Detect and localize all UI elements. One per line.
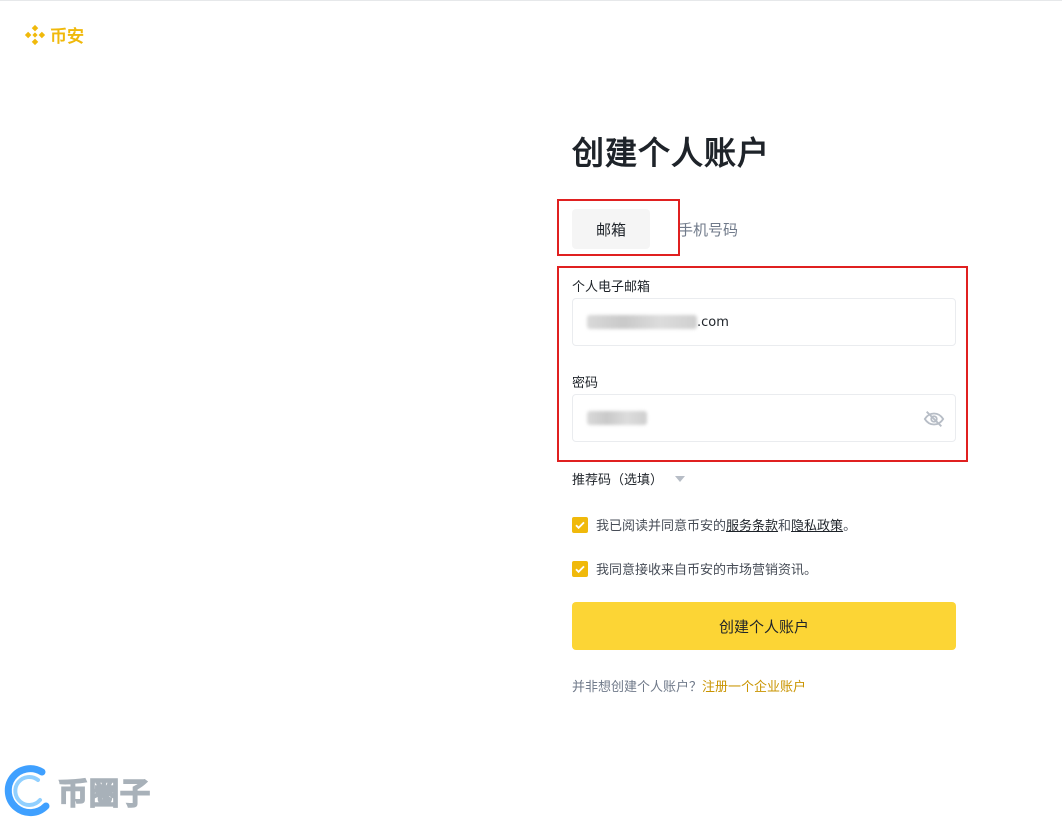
referral-toggle[interactable]: 推荐码（选填）	[572, 469, 686, 488]
terms-and: 和	[778, 519, 792, 534]
brand-name: 币安	[50, 27, 84, 47]
top-border	[0, 0, 1062, 1]
create-account-button[interactable]: 创建个人账户	[572, 602, 956, 650]
caret-down-icon	[675, 475, 686, 482]
referral-label: 推荐码（选填）	[572, 473, 664, 488]
business-account-link[interactable]: 注册一个企业账户	[702, 680, 806, 695]
terms-of-service-link[interactable]: 服务条款	[726, 519, 778, 534]
brand-logo[interactable]: 币安	[24, 22, 84, 47]
watermark-logo-icon	[4, 765, 50, 817]
marketing-checkbox[interactable]	[572, 560, 588, 577]
terms-agreement-row: 我已阅读并同意币安的服务条款和隐私政策。	[572, 515, 856, 534]
terms-prefix: 我已阅读并同意币安的	[596, 519, 727, 534]
page-title: 创建个人账户	[572, 134, 771, 172]
marketing-consent-row: 我同意接收来自币安的市场营销资讯。	[572, 559, 817, 578]
binance-logo-icon	[24, 24, 46, 45]
business-account-prompt: 并非想创建个人账户？注册一个企业账户	[572, 676, 806, 695]
terms-suffix: 。	[843, 519, 857, 534]
checkmark-icon	[575, 565, 585, 573]
footer-question: 并非想创建个人账户？	[572, 680, 703, 695]
checkmark-icon	[575, 521, 585, 529]
tab-phone[interactable]: 手机号码	[678, 209, 738, 249]
highlight-box-tab	[557, 199, 680, 256]
privacy-policy-link[interactable]: 隐私政策	[791, 519, 843, 534]
terms-checkbox[interactable]	[572, 516, 588, 533]
highlight-box-fields	[557, 266, 968, 462]
watermark: 币圈子	[2, 762, 151, 820]
watermark-text: 币圈子	[57, 776, 151, 813]
marketing-consent-text: 我同意接收来自币安的市场营销资讯。	[596, 563, 818, 578]
